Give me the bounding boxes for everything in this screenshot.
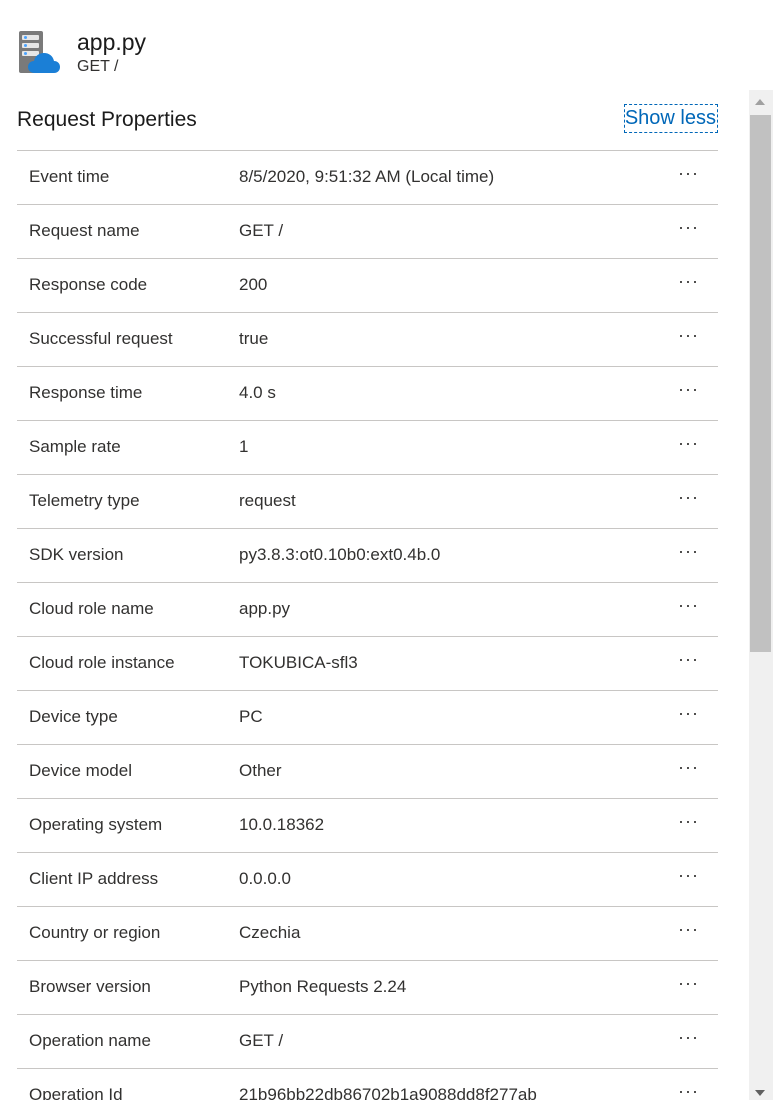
more-options-icon[interactable]: ···	[678, 541, 699, 562]
panel-header: app.py GET /	[17, 28, 146, 78]
properties-list: Event time 8/5/2020, 9:51:32 AM (Local ti…	[17, 151, 718, 1100]
property-value: 10.0.18362	[239, 815, 325, 834]
property-value: 8/5/2020, 9:51:32 AM (Local time)	[239, 167, 495, 186]
property-value: GET /	[239, 221, 284, 240]
property-name: Operating system	[29, 815, 163, 834]
property-row: Client IP address 0.0.0.0 ···	[17, 853, 718, 907]
property-value: Czechia	[239, 923, 301, 942]
property-value: 200	[239, 275, 268, 294]
property-value: 4.0 s	[239, 383, 276, 402]
scrollbar-thumb[interactable]	[750, 115, 771, 652]
property-row: Successful request true ···	[17, 313, 718, 367]
property-name: SDK version	[29, 545, 124, 564]
property-row: Device model Other ···	[17, 745, 718, 799]
property-row: Operating system 10.0.18362 ···	[17, 799, 718, 853]
property-value: PC	[239, 707, 263, 726]
more-options-icon[interactable]: ···	[678, 325, 699, 346]
property-row: Response time 4.0 s ···	[17, 367, 718, 421]
more-options-icon[interactable]: ···	[678, 811, 699, 832]
property-value: 0.0.0.0	[239, 869, 291, 888]
property-name: Event time	[29, 167, 110, 186]
property-row: Cloud role instance TOKUBICA-sfl3 ···	[17, 637, 718, 691]
scroll-up-arrow-icon[interactable]	[755, 99, 765, 105]
property-name: Response code	[29, 275, 148, 294]
property-row: Event time 8/5/2020, 9:51:32 AM (Local ti…	[17, 151, 718, 205]
property-value: TOKUBICA-sfl3	[239, 653, 358, 672]
more-options-icon[interactable]: ···	[678, 271, 699, 292]
more-options-icon[interactable]: ···	[678, 217, 699, 238]
property-row: Telemetry type request ···	[17, 475, 718, 529]
property-value: py3.8.3:ot0.10b0:ext0.4b.0	[239, 545, 441, 564]
app-subtitle: GET /	[77, 58, 119, 75]
property-value: Other	[239, 761, 282, 780]
property-value: app.py	[239, 599, 291, 618]
property-value: true	[239, 329, 269, 348]
property-name: Operation Id	[29, 1085, 123, 1100]
property-name: Telemetry type	[29, 491, 140, 510]
more-options-icon[interactable]: ···	[678, 649, 699, 670]
property-name: Sample rate	[29, 437, 121, 456]
request-properties-panel: app.py GET / Request Properties Show les…	[0, 0, 773, 1100]
app-service-cloud-icon	[17, 30, 63, 76]
property-value: GET /	[239, 1031, 284, 1050]
header-text: app.py GET /	[77, 28, 146, 75]
property-row: Operation Id 21b96bb22db86702b1a9088dd8f2…	[17, 1069, 718, 1100]
more-options-icon[interactable]: ···	[678, 433, 699, 454]
property-row: Request name GET / ···	[17, 205, 718, 259]
property-name: Device model	[29, 761, 132, 780]
property-name: Client IP address	[29, 869, 159, 888]
more-options-icon[interactable]: ···	[678, 1081, 699, 1100]
vertical-scrollbar[interactable]	[749, 90, 773, 1100]
property-row: Cloud role name app.py ···	[17, 583, 718, 637]
property-name: Response time	[29, 383, 143, 402]
more-options-icon[interactable]: ···	[678, 1027, 699, 1048]
more-options-icon[interactable]: ···	[678, 379, 699, 400]
app-title: app.py	[77, 29, 147, 55]
property-name: Browser version	[29, 977, 151, 996]
property-row: Response code 200 ···	[17, 259, 718, 313]
property-row: Country or region Czechia ···	[17, 907, 718, 961]
property-row: Operation name GET / ···	[17, 1015, 718, 1069]
property-row: Browser version Python Requests 2.24 ···	[17, 961, 718, 1015]
property-value: 1	[239, 437, 249, 456]
more-options-icon[interactable]: ···	[678, 163, 699, 184]
more-options-icon[interactable]: ···	[678, 703, 699, 724]
section-header: Request Properties Show less	[17, 98, 718, 151]
property-name: Successful request	[29, 329, 173, 348]
cloud-icon	[28, 53, 60, 73]
more-options-icon[interactable]: ···	[678, 757, 699, 778]
property-name: Device type	[29, 707, 118, 726]
property-value: Python Requests 2.24	[239, 977, 407, 996]
show-less-link[interactable]: Show less	[623, 104, 718, 133]
property-name: Request name	[29, 221, 140, 240]
property-row: Sample rate 1 ···	[17, 421, 718, 475]
property-row: Device type PC ···	[17, 691, 718, 745]
property-value: request	[239, 491, 296, 510]
more-options-icon[interactable]: ···	[678, 919, 699, 940]
property-name: Cloud role name	[29, 599, 154, 618]
more-options-icon[interactable]: ···	[678, 487, 699, 508]
more-options-icon[interactable]: ···	[678, 865, 699, 886]
more-options-icon[interactable]: ···	[678, 973, 699, 994]
more-options-icon[interactable]: ···	[678, 595, 699, 616]
section-title: Request Properties	[17, 108, 197, 131]
property-value: 21b96bb22db86702b1a9088dd8f277ab	[239, 1085, 537, 1100]
property-name: Cloud role instance	[29, 653, 175, 672]
property-row: SDK version py3.8.3:ot0.10b0:ext0.4b.0 ···	[17, 529, 718, 583]
property-name: Operation name	[29, 1031, 151, 1050]
property-name: Country or region	[29, 923, 161, 942]
properties-content: Request Properties Show less Event time 8…	[17, 98, 718, 1100]
scroll-down-arrow-icon[interactable]	[755, 1090, 765, 1096]
